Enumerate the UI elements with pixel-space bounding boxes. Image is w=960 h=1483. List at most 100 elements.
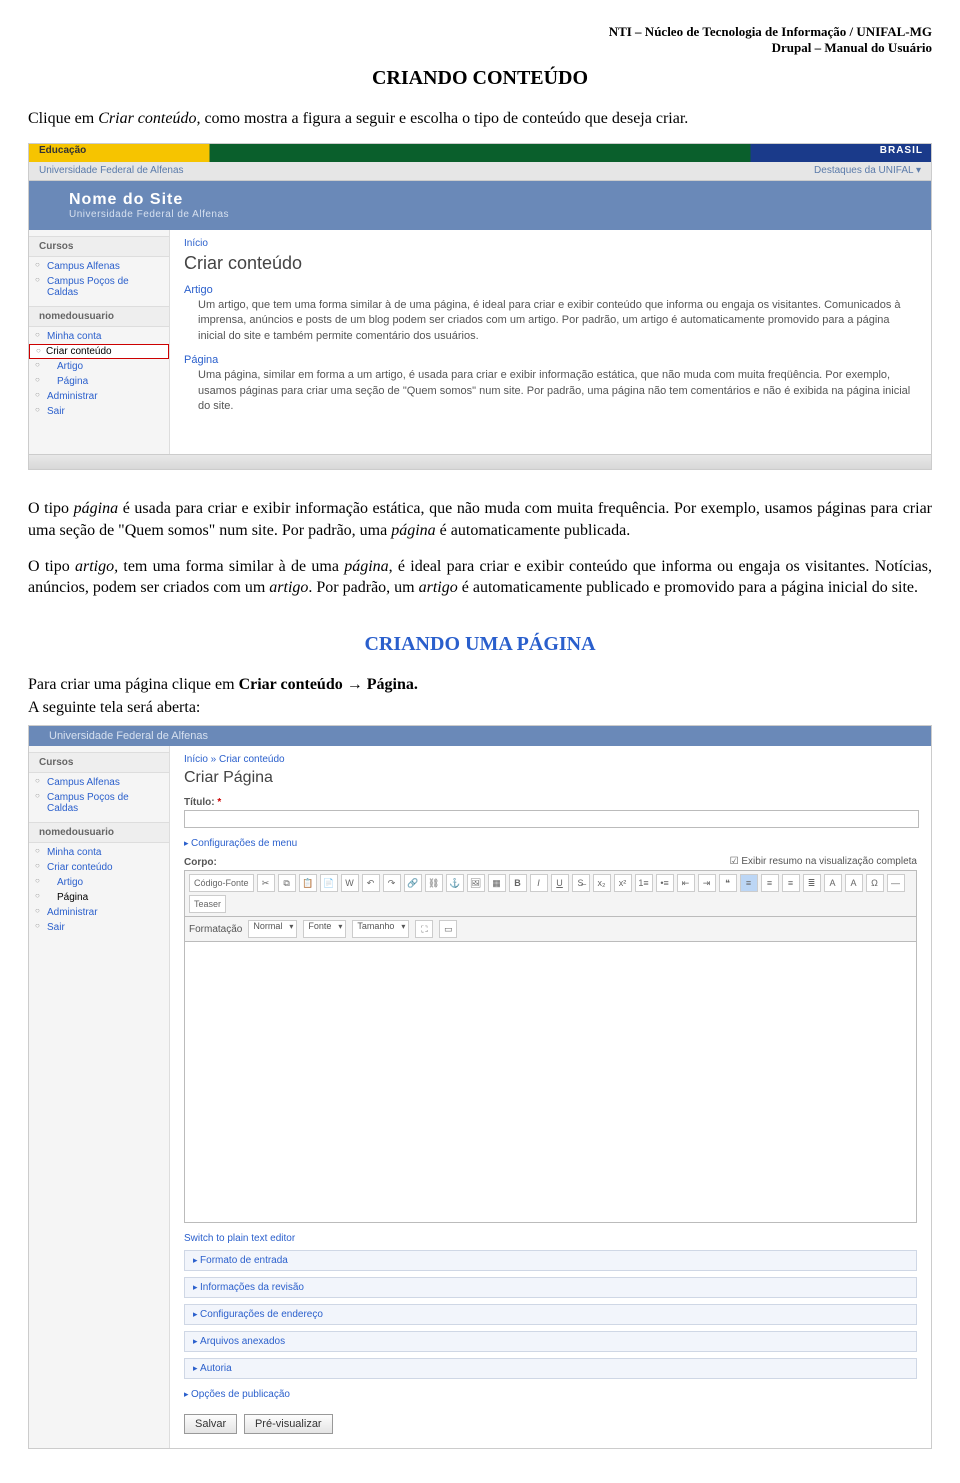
titulo-input[interactable] [184,810,919,828]
text-italic: página [74,500,118,517]
site-subtitle: Universidade Federal de Alfenas [49,730,208,742]
special-char-icon[interactable]: Ω [866,874,884,892]
paragraph-artigo: O tipo artigo, tem uma forma similar à d… [28,556,932,599]
show-blocks-icon[interactable]: ▭ [439,920,457,938]
text: Para criar uma página clique em [28,676,239,693]
text: como mostra a figura a seguir e escolha … [200,110,688,127]
required-marker: * [217,797,221,808]
font-select[interactable]: Fonte [303,920,346,938]
editor-toolbar: Código-Fonte ✂ ⧉ 📋 📄 W ↶ ↷ 🔗 ⛓ ⚓ 🖼 ▦ B I… [184,870,917,917]
numbered-list-icon[interactable]: 1≡ [635,874,653,892]
italic-icon[interactable]: I [530,874,548,892]
sidebar-item-criar-conteudo[interactable]: Criar conteúdo [29,860,169,875]
main-panel: Início » Criar conteúdo Criar Página Tít… [170,746,931,1448]
blockquote-icon[interactable]: ❝ [719,874,737,892]
sidebar-item-artigo[interactable]: Artigo [29,359,169,374]
exibir-resumo-row[interactable]: ☑ Exibir resumo na visualização completa [730,856,917,867]
sidebar-item[interactable]: Campus Poços de Caldas [29,274,169,300]
text-color-icon[interactable]: A [824,874,842,892]
screenshot-criar-conteudo: Educação BRASIL Universidade Federal de … [28,143,932,470]
paste-text-icon[interactable]: 📄 [320,874,338,892]
cut-icon[interactable]: ✂ [257,874,275,892]
teaser-button[interactable]: Teaser [189,895,226,913]
text-italic: artigo [419,579,458,596]
bullet-list-icon[interactable]: •≡ [656,874,674,892]
breadcrumb[interactable]: Início » Criar conteúdo [184,754,917,765]
text-italic: página [391,522,435,539]
superscript-icon[interactable]: x² [614,874,632,892]
subscript-icon[interactable]: x₂ [593,874,611,892]
accordion-autoria[interactable]: Autoria [184,1358,917,1379]
editor-body[interactable] [184,942,917,1223]
redo-icon[interactable]: ↷ [383,874,401,892]
underline-icon[interactable]: U [551,874,569,892]
accordion-config-endereco[interactable]: Configurações de endereço [184,1304,917,1325]
text-italic: artigo [269,579,308,596]
sidebar-item-sair[interactable]: Sair [29,404,169,419]
sidebar-item-minha-conta[interactable]: Minha conta [29,845,169,860]
accordion-formato-entrada[interactable]: Formato de entrada [184,1250,917,1271]
page-title: Criar conteúdo [184,253,917,274]
format-select[interactable]: Normal [248,920,297,938]
text-italic: página [344,558,388,575]
source-button[interactable]: Código-Fonte [189,874,254,892]
content-type-pagina-link[interactable]: Página [184,354,917,366]
sidebar-item-administrar[interactable]: Administrar [29,905,169,920]
table-icon[interactable]: ▦ [488,874,506,892]
sidebar-item-administrar[interactable]: Administrar [29,389,169,404]
anchor-icon[interactable]: ⚓ [446,874,464,892]
main-panel: Início Criar conteúdo Artigo Um artigo, … [170,230,931,454]
accordion-opcoes-publicacao[interactable]: Opções de publicação [184,1385,917,1404]
sidebar-group-user: nomedousuario [29,822,169,843]
content-type-artigo-link[interactable]: Artigo [184,284,917,296]
indent-icon[interactable]: ⇥ [698,874,716,892]
univ-bar: Universidade Federal de Alfenas Destaque… [29,162,931,181]
text: . Por padrão, um [308,579,418,596]
hr-icon[interactable]: — [887,874,905,892]
site-subtitle: Universidade Federal de Alfenas [69,209,891,220]
undo-icon[interactable]: ↶ [362,874,380,892]
sidebar-item-minha-conta[interactable]: Minha conta [29,329,169,344]
sidebar-item[interactable]: Campus Alfenas [29,259,169,274]
menu-config-toggle[interactable]: Configurações de menu [184,838,917,849]
switch-plain-text-link[interactable]: Switch to plain text editor [184,1233,917,1244]
sidebar-item-sair[interactable]: Sair [29,920,169,935]
paste-word-icon[interactable]: W [341,874,359,892]
intro-paragraph: Clique em Criar conteúdo, como mostra a … [28,108,932,130]
destaques-dropdown[interactable]: Destaques da UNIFAL ▾ [814,162,921,180]
preview-button[interactable]: Pré-visualizar [244,1414,333,1434]
editor-toolbar-row2: Formatação Normal Fonte Tamanho ⛶ ▭ [184,917,917,942]
checkbox-icon[interactable]: ☑ [730,856,739,867]
save-button[interactable]: Salvar [184,1414,237,1434]
section-heading: CRIANDO CONTEÚDO [28,67,932,90]
sidebar-item-artigo[interactable]: Artigo [29,875,169,890]
link-icon[interactable]: 🔗 [404,874,422,892]
image-icon[interactable]: 🖼 [467,874,485,892]
accordion-info-revisao[interactable]: Informações da revisão [184,1277,917,1298]
align-left-icon[interactable]: ≡ [740,874,758,892]
content-type-artigo-desc: Um artigo, que tem uma forma similar à d… [198,298,917,344]
unlink-icon[interactable]: ⛓ [425,874,443,892]
copy-icon[interactable]: ⧉ [278,874,296,892]
paste-icon[interactable]: 📋 [299,874,317,892]
bold-icon[interactable]: B [509,874,527,892]
accordion-arquivos-anexados[interactable]: Arquivos anexados [184,1331,917,1352]
sidebar-item-criar-conteudo[interactable]: Criar conteúdo [29,344,169,359]
sidebar-item[interactable]: Campus Poços de Caldas [29,790,169,816]
align-justify-icon[interactable]: ≣ [803,874,821,892]
bg-color-icon[interactable]: A [845,874,863,892]
align-right-icon[interactable]: ≡ [782,874,800,892]
outdent-icon[interactable]: ⇤ [677,874,695,892]
align-center-icon[interactable]: ≡ [761,874,779,892]
strike-icon[interactable]: S̶ [572,874,590,892]
sidebar-item-pagina[interactable]: Página [29,890,169,905]
size-select[interactable]: Tamanho [352,920,409,938]
breadcrumb[interactable]: Início [184,238,917,249]
maximize-icon[interactable]: ⛶ [415,920,433,938]
educacao-label: Educação [39,145,86,156]
sidebar-item[interactable]: Campus Alfenas [29,775,169,790]
sidebar-item-pagina[interactable]: Página [29,374,169,389]
sidebar: Cursos Campus Alfenas Campus Poços de Ca… [29,230,170,454]
text: é automaticamente publicada. [436,522,631,539]
section-heading-2: CRIANDO UMA PÁGINA [28,633,932,656]
